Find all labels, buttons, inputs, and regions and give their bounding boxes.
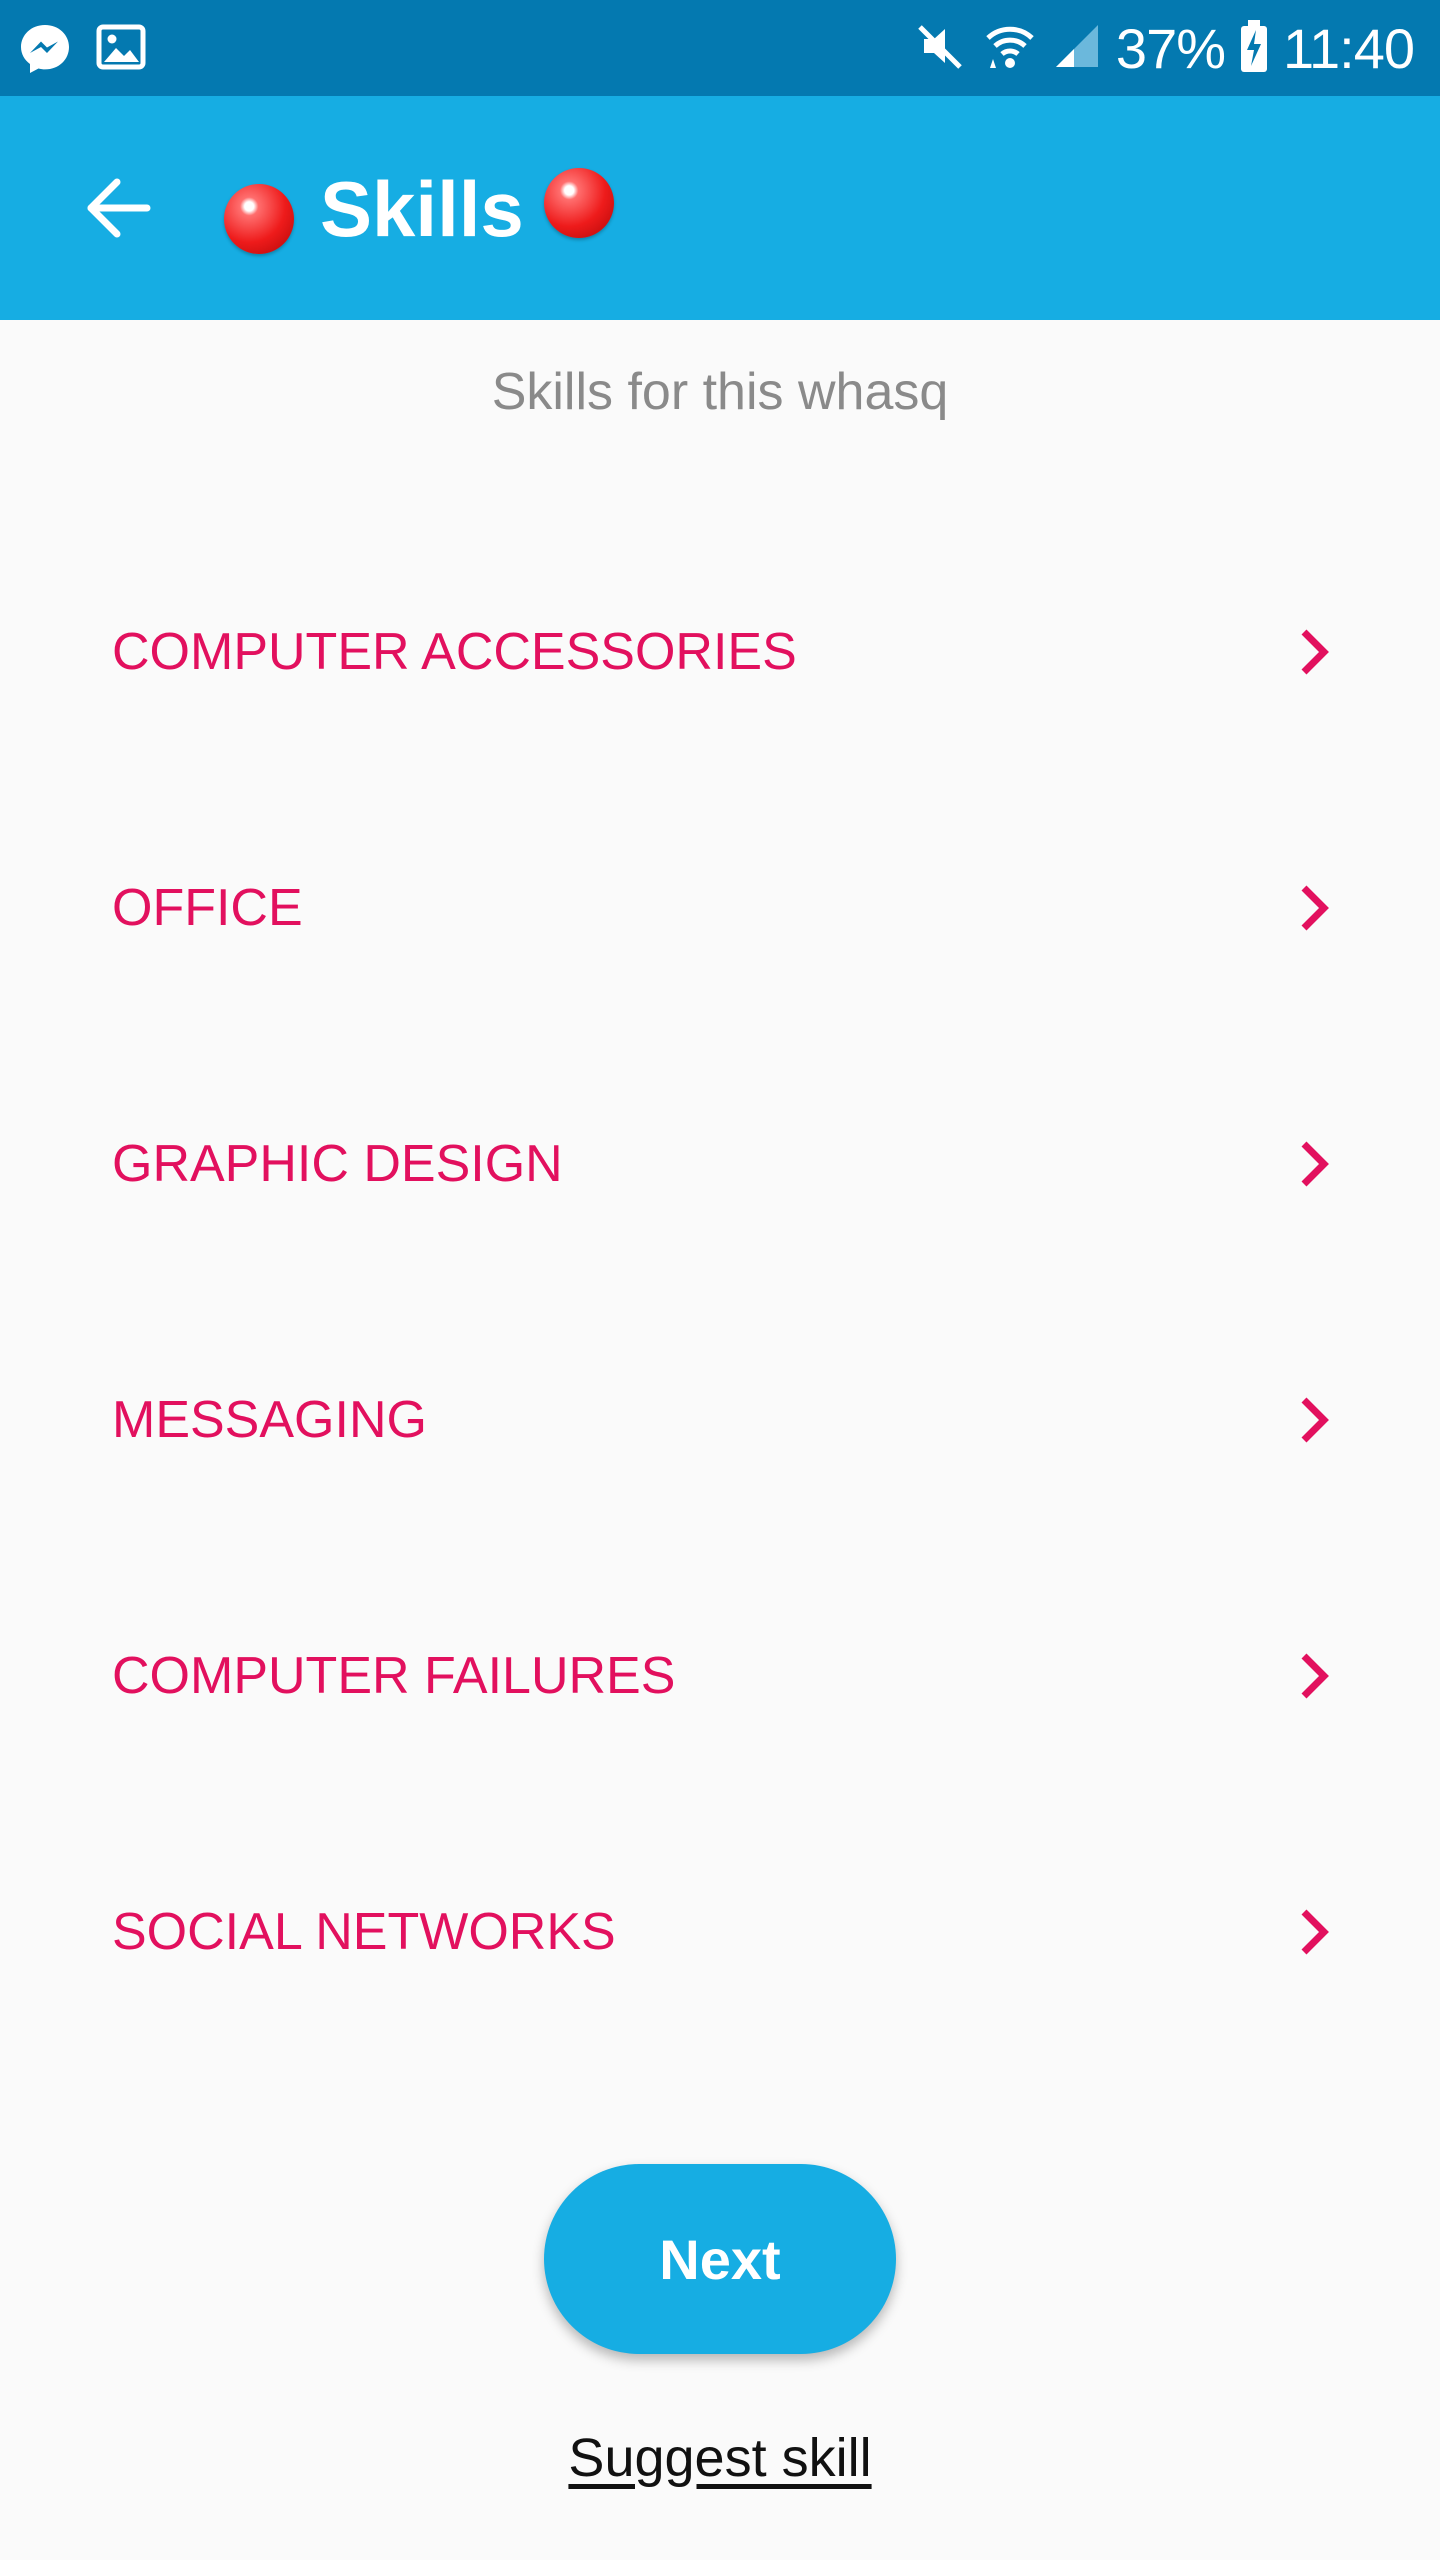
skill-item-office[interactable]: OFFICE [0,782,1440,1038]
skill-item-computer-accessories[interactable]: COMPUTER ACCESSORIES [0,526,1440,782]
skill-item-social-networks[interactable]: SOCIAL NETWORKS [0,1806,1440,2062]
chevron-right-icon [1290,880,1338,936]
red-ball-icon [544,168,614,238]
chevron-right-icon [1290,1904,1338,1960]
signal-icon [1052,21,1102,76]
skill-item-computer-failures[interactable]: COMPUTER FAILURES [0,1550,1440,1806]
mute-icon [914,19,968,78]
battery-charging-icon [1239,18,1269,79]
skill-label: MESSAGING [112,1391,427,1449]
skill-list: COMPUTER ACCESSORIES OFFICE GRAPHIC DESI… [0,526,1440,2062]
app-bar: Skills [0,96,1440,320]
skill-label: COMPUTER ACCESSORIES [112,623,797,681]
chevron-right-icon [1290,1392,1338,1448]
next-button[interactable]: Next [544,2164,896,2354]
arrow-left-icon [83,173,153,248]
gallery-icon [96,22,146,81]
messenger-icon [18,22,72,81]
skill-label: GRAPHIC DESIGN [112,1135,563,1193]
chevron-right-icon [1290,1648,1338,1704]
back-button[interactable] [70,162,166,258]
wifi-icon [982,18,1038,79]
chevron-right-icon [1290,1136,1338,1192]
skill-label: COMPUTER FAILURES [112,1647,676,1705]
clock: 11:40 [1283,16,1415,80]
status-bar: 37% 11:40 [0,0,1440,96]
skill-item-graphic-design[interactable]: GRAPHIC DESIGN [0,1038,1440,1294]
red-ball-icon [224,184,294,254]
chevron-right-icon [1290,624,1338,680]
battery-percentage: 37% [1115,16,1226,80]
page-title: Skills [320,165,524,253]
skill-label: OFFICE [112,879,303,937]
skill-item-messaging[interactable]: MESSAGING [0,1294,1440,1550]
skill-label: SOCIAL NETWORKS [112,1903,616,1961]
page-subtitle: Skills for this whasq [491,363,949,421]
suggest-skill-link[interactable]: Suggest skill [0,2418,1440,2498]
